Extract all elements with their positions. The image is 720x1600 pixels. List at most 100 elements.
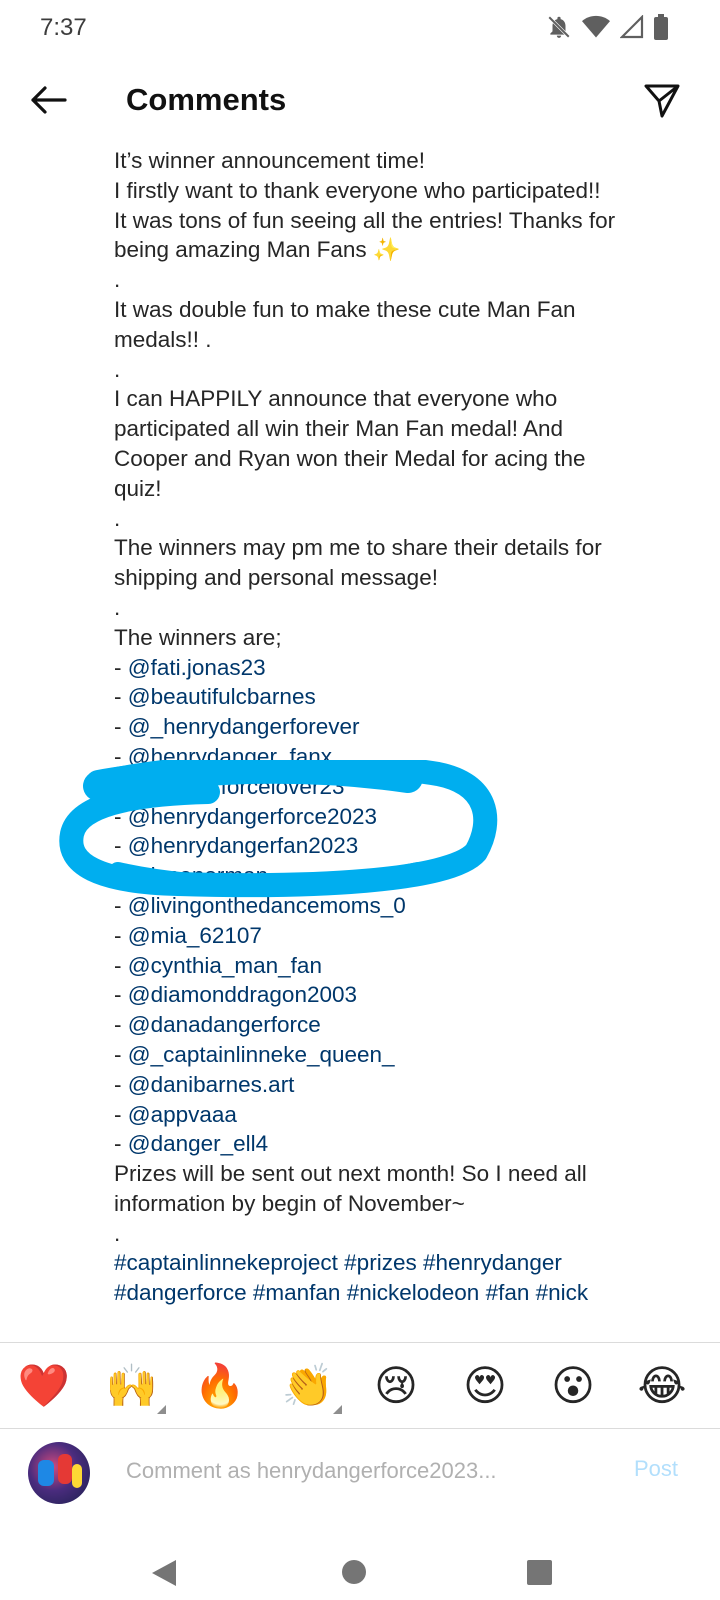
- hashtag-link[interactable]: #dangerforce: [114, 1280, 247, 1305]
- triangle-back-icon: [150, 1560, 178, 1592]
- winner-item: - @dangerforcelover23: [114, 773, 345, 799]
- mention-link[interactable]: @diamonddragon2003: [128, 982, 357, 1007]
- caption-line: shipping and personal message!: [114, 565, 438, 591]
- comment-input[interactable]: [124, 1450, 608, 1492]
- winner-item: - @_henrydangerforever: [114, 714, 360, 740]
- winner-item: - @diamonddragon2003: [114, 982, 358, 1008]
- nav-back-button[interactable]: [150, 1558, 178, 1593]
- caption-line: It’s winner announcement time!: [114, 148, 426, 173]
- winner-item: - @_captainlinneke_queen_: [114, 1041, 395, 1067]
- mention-link[interactable]: @danger_ell4: [128, 1131, 268, 1156]
- caption-line: .: [114, 505, 121, 531]
- status-icons: [546, 14, 668, 40]
- winner-item: - @henrydanger_fanx_: [114, 743, 345, 769]
- hashtag-link[interactable]: #henrydanger: [423, 1250, 562, 1275]
- wifi-icon: [582, 15, 610, 39]
- caption-line: medals!! .: [114, 326, 212, 352]
- paper-plane-icon: [642, 80, 682, 125]
- mention-link[interactable]: @_henrydangerforever: [128, 714, 360, 739]
- caption-line: It was double fun to make these cute Man…: [114, 296, 576, 322]
- caption-line: I can HAPPILY announce that everyone who: [114, 386, 558, 412]
- mention-link[interactable]: @fati.jonas23: [128, 655, 266, 680]
- caption-line: .: [114, 594, 121, 620]
- mention-link[interactable]: @jacenorman: [128, 863, 268, 888]
- hashtag-link[interactable]: #captainlinnekeproject: [114, 1250, 338, 1275]
- hashtag-link[interactable]: #manfan: [253, 1280, 341, 1305]
- caption-line: information by begin of November~: [114, 1190, 465, 1216]
- fire-emoji-button[interactable]: 🔥: [192, 1358, 248, 1414]
- notifications-off-icon: [546, 14, 572, 40]
- hashtag-link[interactable]: #prizes: [344, 1250, 417, 1275]
- caption-line: Cooper and Ryan won their Medal for acin…: [114, 445, 586, 471]
- post-button[interactable]: Post: [634, 1456, 678, 1482]
- winner-item: - @henrydangerforce2023: [114, 803, 378, 829]
- caption-line: The winners are;: [114, 624, 282, 650]
- winner-item: - @livingonthedancemoms_0: [114, 892, 406, 918]
- clapping-hands-emoji-button[interactable]: 👏: [280, 1358, 342, 1414]
- mention-link[interactable]: @_captainlinneke_queen_: [128, 1042, 395, 1067]
- winner-item: - @cynthia_man_fan: [114, 952, 322, 978]
- status-bar: 7:37: [0, 0, 720, 56]
- mention-link[interactable]: @dangerforcelover23: [128, 774, 345, 799]
- battery-icon: [654, 14, 668, 40]
- emoji-reaction-bar: ❤️ 🙌 🔥 👏 😢 😍 😮 😂: [0, 1344, 720, 1428]
- mention-link[interactable]: @mia_62107: [128, 923, 262, 948]
- nav-home-button[interactable]: [342, 1560, 366, 1584]
- winner-item: - @henrydangerfan2023: [114, 833, 359, 859]
- mention-link[interactable]: @henrydangerforce2023: [128, 804, 377, 829]
- surprised-face-emoji-button[interactable]: 😮: [545, 1358, 601, 1414]
- nav-recents-button[interactable]: [527, 1560, 552, 1585]
- caption-line: .: [114, 356, 121, 382]
- signal-icon: [620, 15, 644, 39]
- caption-line: participated all win their Man Fan medal…: [114, 416, 563, 442]
- winner-item: - @danger_ell4: [114, 1131, 269, 1157]
- mention-link[interactable]: @henrydangerfan2023: [128, 833, 359, 858]
- hashtag-line: #dangerforce #manfan #nickelodeon #fan #…: [114, 1278, 674, 1308]
- avatar-figure: [38, 1460, 54, 1486]
- status-time: 7:37: [40, 14, 87, 41]
- share-button[interactable]: [638, 78, 686, 126]
- post-caption: It’s winner announcement time! I firstly…: [114, 146, 674, 1336]
- mention-link[interactable]: @henrydanger_fanx_: [128, 744, 345, 769]
- mention-link[interactable]: @livingonthedancemoms_0: [128, 893, 406, 918]
- raising-hands-emoji-button[interactable]: 🙌: [104, 1358, 166, 1414]
- skin-tone-indicator: [157, 1405, 166, 1414]
- clapping-hands-icon: 👏: [281, 1362, 335, 1409]
- mention-link[interactable]: @appvaaa: [128, 1102, 237, 1127]
- winner-item: - @danibarnes.art: [114, 1071, 295, 1097]
- skin-tone-indicator: [333, 1405, 342, 1414]
- mention-link[interactable]: @danadangerforce: [128, 1012, 321, 1037]
- hashtag-link[interactable]: #nick: [536, 1280, 589, 1305]
- crying-face-emoji-button[interactable]: 😢: [368, 1358, 424, 1414]
- winner-item: - @danadangerforce: [114, 1012, 321, 1038]
- raising-hands-icon: 🙌: [105, 1362, 159, 1409]
- caption-line: It was tons of fun seeing all the entrie…: [114, 207, 616, 233]
- caption-line: quiz!: [114, 475, 162, 501]
- mention-link[interactable]: @danibarnes.art: [128, 1072, 295, 1097]
- header: Comments: [0, 66, 720, 138]
- winner-item: - @jacenorman: [114, 863, 269, 889]
- system-nav-bar: [0, 1546, 720, 1600]
- heart-emoji-button[interactable]: ❤️: [16, 1358, 72, 1414]
- winner-item: - @appvaaa: [114, 1101, 237, 1127]
- comment-composer: Post: [0, 1430, 720, 1540]
- hashtag-link[interactable]: #nickelodeon: [347, 1280, 480, 1305]
- avatar-figure: [72, 1464, 82, 1488]
- divider: [0, 1428, 720, 1429]
- avatar-figure: [58, 1454, 72, 1484]
- avatar[interactable]: [28, 1442, 90, 1504]
- caption-line: I firstly want to thank everyone who par…: [114, 177, 601, 203]
- back-button[interactable]: [24, 78, 72, 126]
- hashtag-link[interactable]: #fan: [486, 1280, 530, 1305]
- caption-line: Prizes will be sent out next month! So I…: [114, 1161, 587, 1187]
- caption-line: .: [114, 267, 121, 293]
- winner-item: - @fati.jonas23: [114, 654, 266, 680]
- heart-eyes-emoji-button[interactable]: 😍: [457, 1358, 513, 1414]
- page-title: Comments: [126, 82, 287, 117]
- caption-line: The winners may pm me to share their det…: [114, 535, 602, 561]
- arrow-left-icon: [27, 84, 69, 121]
- mention-link[interactable]: @cynthia_man_fan: [128, 953, 322, 978]
- laughing-face-emoji-button[interactable]: 😂: [634, 1358, 690, 1414]
- hashtag-line: #captainlinnekeproject #prizes #henrydan…: [114, 1248, 674, 1278]
- mention-link[interactable]: @beautifulcbarnes: [128, 684, 316, 709]
